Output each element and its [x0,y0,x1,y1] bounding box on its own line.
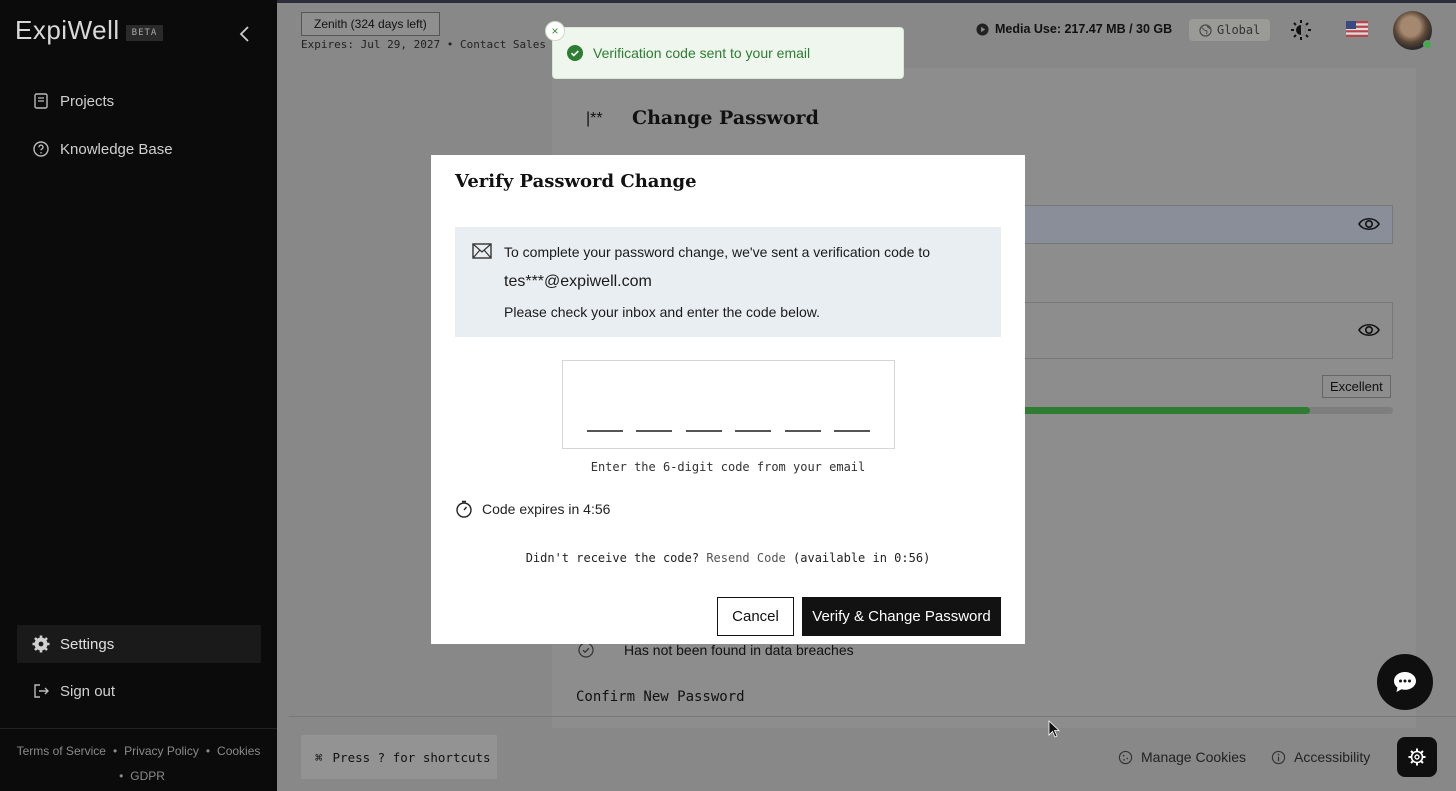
accessibility-label: Accessibility [1294,749,1371,765]
gdpr-link[interactable]: GDPR [130,769,165,783]
gear-icon [32,635,50,653]
info-text: To complete your password change, we've … [504,244,931,260]
beta-badge: BETA [125,24,164,41]
globe-icon [1199,23,1212,37]
code-digit-slot[interactable] [636,430,672,432]
verify-change-password-button[interactable]: Verify & Change Password [802,597,1001,636]
strength-badge: Excellent [1322,375,1391,398]
play-circle-icon [976,22,989,36]
expires-text: Expires: Jul 29, 2027 • Contact Sales [301,38,547,51]
check-circle-icon [578,642,594,658]
shortcut-hint[interactable]: ⌘ Press ? for shortcuts [301,735,497,779]
sign-out-icon [34,684,49,698]
info-box: To complete your password change, we've … [455,227,1001,337]
chat-button[interactable] [1377,654,1433,710]
timer-text: Code expires in 4:56 [482,501,611,517]
eye-icon[interactable] [1357,213,1381,235]
question-circle-icon [33,141,49,157]
stopwatch-icon [456,500,472,518]
toast-message: Verification code sent to your email [593,45,811,61]
check-circle-icon [567,45,583,61]
region-label: Global [1217,23,1261,37]
chat-bubble-icon [1394,672,1416,692]
code-digit-slot[interactable] [785,430,821,432]
sidebar-item-settings[interactable]: Settings [17,625,261,663]
password-icon: |** [586,110,603,127]
resend-prefix: Didn't receive the code? [525,551,700,565]
new-password-field[interactable] [1015,302,1393,359]
eye-icon[interactable] [1357,319,1381,341]
sidebar-item-label: Settings [60,635,115,653]
cookie-icon [1118,750,1133,764]
terms-link[interactable]: Terms of Service [17,744,106,758]
document-icon [34,93,48,109]
confirm-password-label: Confirm New Password [576,689,745,705]
page-title: Change Password [632,107,819,129]
toast-close-button[interactable]: × [545,21,565,41]
masked-email: tes***@expiwell.com [504,273,652,290]
manage-cookies-button[interactable]: Manage Cookies [1118,749,1246,765]
sign-out-button[interactable]: Sign out [32,682,115,700]
region-selector[interactable]: Global [1189,19,1271,41]
code-input[interactable] [562,360,895,449]
sidebar-item-label: Projects [60,92,115,110]
sidebar-footer: Terms of Service • Privacy Policy • Cookies … [0,728,277,789]
verify-modal: Verify Password Change To complete your … [431,155,1025,644]
command-icon: ⌘ [315,749,323,765]
resend-availability: (available in 0:56) [793,551,931,565]
info-instructions: Please check your inbox and enter the co… [504,304,820,320]
cookies-link[interactable]: Cookies [217,744,260,758]
online-status-dot [1423,40,1432,49]
accessibility-button[interactable]: Accessibility [1271,749,1370,765]
logo-text: ExpiWell [15,15,120,45]
sidebar-item-label: Knowledge Base [60,140,173,158]
shortcut-text: Press ? for shortcuts [332,749,491,765]
toast-notification: Verification code sent to your email [552,27,904,79]
sidebar: ExpiWell BETA Projects Knowledge Base Se… [0,0,277,791]
sign-out-label: Sign out [60,682,116,700]
gear-icon [1408,748,1426,766]
strength-bar [1015,407,1310,414]
breach-text: Has not been found in data breaches [624,642,854,658]
settings-fab[interactable] [1397,737,1437,777]
separator: • [205,744,211,758]
manage-cookies-label: Manage Cookies [1141,749,1247,765]
chevron-left-icon[interactable] [236,24,254,44]
code-timer: Code expires in 4:56 [455,500,610,518]
separator: • [119,769,124,783]
resend-code-link[interactable]: Resend Code [706,551,785,565]
current-password-field[interactable] [1015,205,1393,244]
breach-check: Has not been found in data breaches [578,642,854,658]
code-digit-slot[interactable] [834,430,870,432]
contact-sales-link[interactable]: Contact Sales [460,38,546,51]
code-digit-slot[interactable] [686,430,722,432]
logo[interactable]: ExpiWell BETA [15,15,164,46]
divider [289,716,1456,717]
info-circle-icon [1271,750,1286,764]
cancel-button[interactable]: Cancel [717,597,794,636]
top-accent-line [277,0,1456,3]
mouse-cursor-icon [1048,720,1060,738]
theme-toggle-icon[interactable] [1290,19,1312,41]
media-use: Media Use: 217.47 MB / 30 GB [976,22,1172,36]
resend-line: Didn't receive the code? Resend Code (av… [431,551,1025,565]
plan-badge[interactable]: Zenith (324 days left) [301,12,440,36]
mail-icon [472,243,492,259]
media-use-text: Media Use: 217.47 MB / 30 GB [995,22,1173,36]
privacy-link[interactable]: Privacy Policy [124,744,199,758]
code-digit-slot[interactable] [587,430,623,432]
sidebar-item-knowledge-base[interactable]: Knowledge Base [32,140,173,158]
code-hint: Enter the 6-digit code from your email [590,460,866,474]
modal-title: Verify Password Change [455,171,697,192]
separator: • [112,744,118,758]
sidebar-item-projects[interactable]: Projects [32,92,114,110]
expires-date: Expires: Jul 29, 2027 [301,38,441,51]
code-digit-slot[interactable] [735,430,771,432]
us-flag-icon[interactable] [1346,21,1368,37]
